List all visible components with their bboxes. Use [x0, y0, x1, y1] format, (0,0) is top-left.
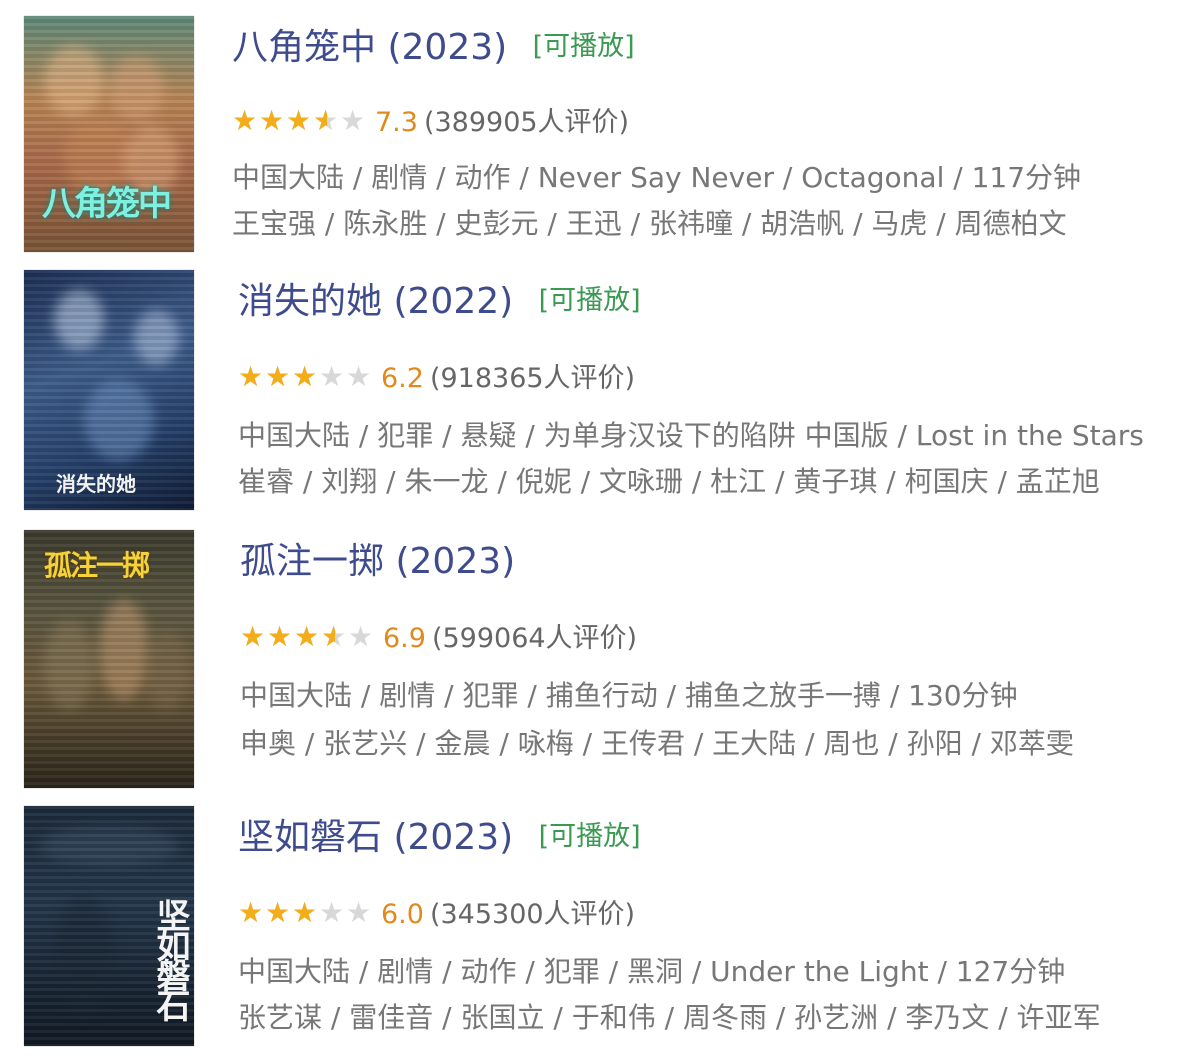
playable-tag[interactable]: [可播放] — [539, 285, 641, 316]
movie-poster[interactable]: 八角笼中 — [24, 16, 194, 252]
poster-title: 孤注一掷 — [44, 549, 150, 582]
rating-score: 6.9 — [383, 623, 426, 654]
poster-title: 消失的她 — [56, 472, 136, 496]
star-fill: ★ — [238, 360, 264, 393]
star-icon: ★★ — [240, 620, 266, 653]
movie-title-link[interactable]: 八角笼中 (2023) — [232, 27, 519, 68]
star-fill: ★ — [292, 896, 318, 929]
star-icon: ★★ — [259, 104, 285, 137]
star-fill: ★ — [321, 620, 335, 653]
poster-title: 八角笼中 — [42, 184, 172, 224]
movie-title: 八角笼中 — [232, 27, 377, 68]
rating-score: 6.0 — [381, 899, 424, 930]
movie-year: (2023) — [395, 541, 516, 582]
movie-info: 中国大陆 / 剧情 / 动作 / 犯罪 / 黑洞 / Under the Lig… — [238, 955, 1066, 988]
star-icon: ★★ — [265, 896, 291, 929]
movie-info: 中国大陆 / 犯罪 / 悬疑 / 为单身汉设下的陷阱 中国版 / Lost in… — [238, 419, 1144, 452]
rating-votes[interactable]: (918365人评价) — [430, 363, 635, 394]
star-icon: ★★ — [292, 896, 318, 929]
star-icon: ★★ — [267, 620, 293, 653]
star-fill: ★ — [240, 620, 266, 653]
rating-score: 6.2 — [381, 363, 424, 394]
movie-poster[interactable]: 孤注一掷 — [24, 530, 194, 788]
star-icon: ★★ — [238, 360, 264, 393]
star-fill: ★ — [265, 360, 291, 393]
rating-stars: ★★★★★★★★★★ — [238, 896, 373, 929]
star-icon: ★★ — [292, 360, 318, 393]
movie-poster[interactable]: 坚如磐石 — [24, 806, 194, 1046]
star-icon: ★★ — [313, 104, 339, 137]
movie-year: (2022) — [393, 281, 514, 322]
star-icon: ★★ — [346, 896, 372, 929]
star-icon: ★★ — [265, 360, 291, 393]
star-icon: ★★ — [294, 620, 320, 653]
playable-tag[interactable]: [可播放] — [539, 821, 641, 852]
movie-cast: 申奥 / 张艺兴 / 金晨 / 咏梅 / 王传君 / 王大陆 / 周也 / 孙阳… — [240, 727, 1074, 760]
star-icon: ★★ — [238, 896, 264, 929]
star-fill: ★ — [313, 104, 327, 137]
movie-poster[interactable]: 消失的她 — [24, 270, 194, 510]
movie-year: (2023) — [387, 27, 508, 68]
movie-title: 消失的她 — [238, 281, 383, 322]
rating-votes[interactable]: (345300人评价) — [430, 899, 635, 930]
star-icon: ★★ — [346, 360, 372, 393]
star-icon: ★★ — [348, 620, 374, 653]
star-fill: ★ — [259, 104, 285, 137]
rating-stars: ★★★★★★★★★★ — [240, 620, 375, 653]
movie-cast: 王宝强 / 陈永胜 / 史彭元 / 王迅 / 张祎曈 / 胡浩帆 / 马虎 / … — [232, 207, 1067, 240]
rating-stars: ★★★★★★★★★★ — [238, 360, 373, 393]
star-fill: ★ — [265, 896, 291, 929]
star-fill: ★ — [294, 620, 320, 653]
star-fill: ★ — [232, 104, 258, 137]
rating-votes[interactable]: (389905人评价) — [424, 107, 629, 138]
movie-title: 坚如磐石 — [238, 817, 383, 858]
rating-votes[interactable]: (599064人评价) — [432, 623, 637, 654]
star-icon: ★★ — [286, 104, 312, 137]
star-icon: ★★ — [232, 104, 258, 137]
movie-cast: 崔睿 / 刘翔 / 朱一龙 / 倪妮 / 文咏珊 / 杜江 / 黄子琪 / 柯国… — [238, 465, 1100, 498]
poster-title: 坚如磐石 — [150, 898, 190, 1018]
movie-title: 孤注一掷 — [240, 541, 385, 582]
movie-cast: 张艺谋 / 雷佳音 / 张国立 / 于和伟 / 周冬雨 / 孙艺洲 / 李乃文 … — [238, 1001, 1101, 1034]
movie-info: 中国大陆 / 剧情 / 犯罪 / 捕鱼行动 / 捕鱼之放手一搏 / 130分钟 — [240, 679, 1018, 712]
star-fill: ★ — [286, 104, 312, 137]
rating-stars: ★★★★★★★★★★ — [232, 104, 367, 137]
star-icon: ★★ — [319, 896, 345, 929]
movie-year: (2023) — [393, 817, 514, 858]
star-icon: ★★ — [321, 620, 347, 653]
star-fill: ★ — [238, 896, 264, 929]
star-fill: ★ — [292, 360, 318, 393]
movie-info: 中国大陆 / 剧情 / 动作 / Never Say Never / Octag… — [232, 161, 1082, 194]
movie-title-link[interactable]: 坚如磐石 (2023) — [238, 817, 525, 858]
star-fill: ★ — [267, 620, 293, 653]
movie-title-link[interactable]: 消失的她 (2022) — [238, 281, 525, 322]
movie-title-link[interactable]: 孤注一掷 (2023) — [240, 541, 515, 582]
playable-tag[interactable]: [可播放] — [533, 31, 635, 62]
rating-score: 7.3 — [375, 107, 418, 138]
star-icon: ★★ — [319, 360, 345, 393]
star-icon: ★★ — [340, 104, 366, 137]
